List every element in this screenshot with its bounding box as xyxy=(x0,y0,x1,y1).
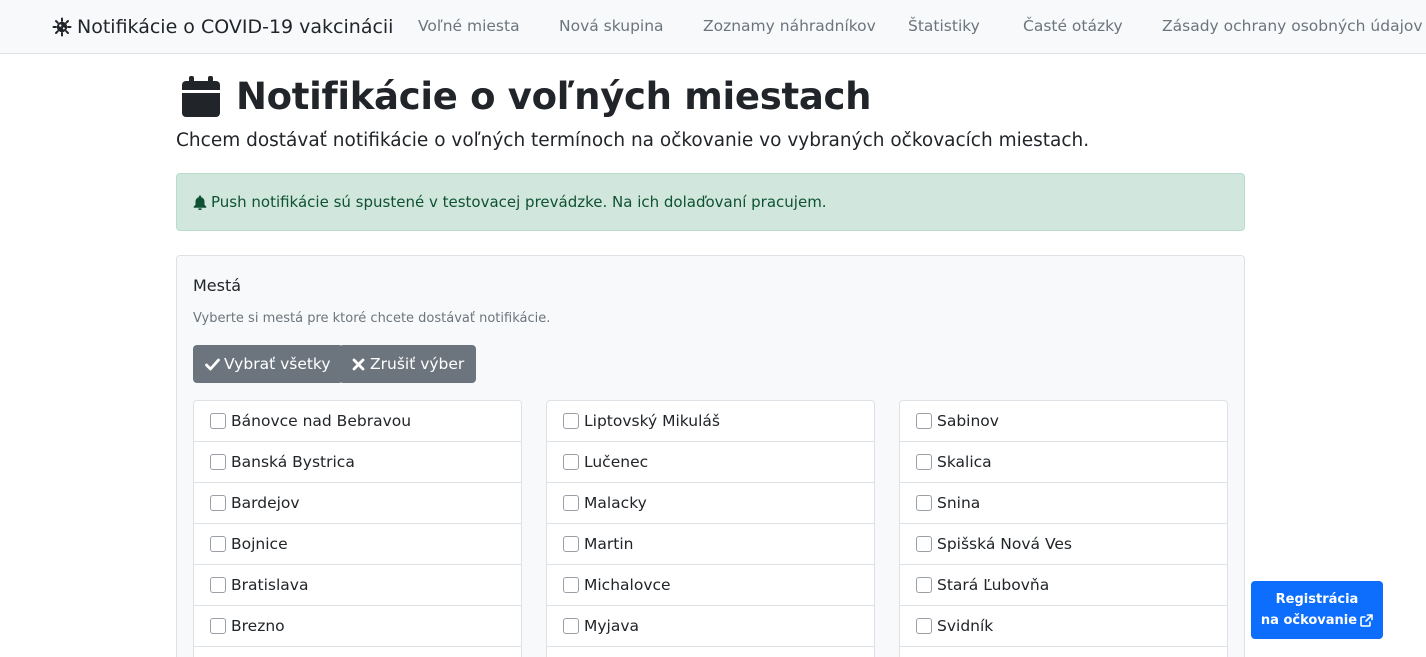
select-all-label: Vybrať všetky xyxy=(224,355,331,373)
registration-label-line2: na očkovanie xyxy=(1260,613,1358,628)
nav-link-volne-miesta[interactable]: Voľné miesta xyxy=(418,17,520,35)
cities-title: Mestá xyxy=(193,276,242,295)
cities-help-text: Vyberte si mestá pre ktoré chcete dostáv… xyxy=(193,311,551,326)
city-item[interactable]: Malacky xyxy=(547,483,874,524)
city-label: Martin xyxy=(584,535,634,553)
external-link-icon xyxy=(1360,614,1373,627)
city-item[interactable]: Brezno xyxy=(194,606,521,647)
virus-icon xyxy=(52,17,72,37)
brand-link[interactable]: Notifikácie o COVID-19 vakcinácii xyxy=(52,14,393,40)
city-item[interactable]: Myjava xyxy=(547,606,874,647)
city-item[interactable]: Spišská Nová Ves xyxy=(900,524,1227,565)
city-list-column-1: Bánovce nad Bebravou Banská Bystrica Bar… xyxy=(193,400,522,657)
city-checkbox[interactable] xyxy=(210,454,226,470)
city-label: Sabinov xyxy=(937,412,999,430)
city-checkbox[interactable] xyxy=(563,577,579,593)
city-checkbox[interactable] xyxy=(210,495,226,511)
city-checkbox[interactable] xyxy=(563,454,579,470)
city-label: Skalica xyxy=(937,453,992,471)
city-label: Brezno xyxy=(231,617,285,635)
city-label: Myjava xyxy=(584,617,640,635)
calendar-icon xyxy=(182,76,220,117)
city-item[interactable]: Bánovce nad Bebravou xyxy=(194,401,521,442)
city-item[interactable]: Sabinov xyxy=(900,401,1227,442)
clear-selection-label: Zrušiť výber xyxy=(370,355,465,373)
city-checkbox[interactable] xyxy=(916,618,932,634)
city-item[interactable]: Liptovský Mikuláš xyxy=(547,401,874,442)
city-checkbox[interactable] xyxy=(916,536,932,552)
city-checkbox[interactable] xyxy=(210,577,226,593)
city-checkbox[interactable] xyxy=(210,618,226,634)
city-label: Lučenec xyxy=(584,453,649,471)
city-item[interactable]: Michalovce xyxy=(547,565,874,606)
city-label: Bánovce nad Bebravou xyxy=(231,412,412,430)
nav-link-nova-skupina[interactable]: Nová skupina xyxy=(559,17,664,35)
check-icon xyxy=(205,358,220,370)
city-label: Stará Ľubovňa xyxy=(937,576,1050,594)
city-item[interactable]: Svidník xyxy=(900,606,1227,647)
city-label: Bojnice xyxy=(231,535,288,553)
nav-link-caste-otazky[interactable]: Časté otázky xyxy=(1023,17,1123,35)
city-label: Spišská Nová Ves xyxy=(937,535,1072,553)
city-item[interactable]: Snina xyxy=(900,483,1227,524)
city-checkbox[interactable] xyxy=(563,495,579,511)
page-title: Notifikácie o voľných miestach xyxy=(236,74,872,118)
city-checkbox[interactable] xyxy=(563,618,579,634)
clear-selection-button[interactable]: Zrušiť výber xyxy=(339,345,477,383)
city-checkbox[interactable] xyxy=(916,413,932,429)
city-item[interactable]: Stará Ľubovňa xyxy=(900,565,1227,606)
city-label: Malacky xyxy=(584,494,647,512)
city-item[interactable]: Bardejov xyxy=(194,483,521,524)
navbar: Notifikácie o COVID-19 vakcinácii Voľné … xyxy=(0,0,1426,54)
registration-label-line1: Registrácia xyxy=(1275,592,1359,607)
city-checkbox[interactable] xyxy=(916,454,932,470)
city-checkbox[interactable] xyxy=(916,577,932,593)
city-label: Snina xyxy=(937,494,981,512)
city-checkbox[interactable] xyxy=(210,536,226,552)
page-header: Notifikácie o voľných miestach xyxy=(176,72,871,120)
city-label: Banská Bystrica xyxy=(231,453,355,471)
city-checkbox[interactable] xyxy=(916,495,932,511)
push-info-alert: Push notifikácie sú spustené v testovace… xyxy=(176,173,1245,231)
cities-card: Mestá Vyberte si mestá pre ktoré chcete … xyxy=(176,255,1245,657)
city-checkbox[interactable] xyxy=(563,536,579,552)
nav-link-zasady-ochrany[interactable]: Zásady ochrany osobných údajov xyxy=(1162,17,1423,35)
city-item[interactable]: Banská Bystrica xyxy=(194,442,521,483)
nav-link-statistiky[interactable]: Štatistiky xyxy=(908,17,980,35)
city-label: Bratislava xyxy=(231,576,309,594)
city-list-column-3: Sabinov Skalica Snina Spišská Nová Ves S… xyxy=(899,400,1228,657)
brand-label: Notifikácie o COVID-19 vakcinácii xyxy=(77,16,394,38)
city-item[interactable]: Bratislava xyxy=(194,565,521,606)
select-all-button[interactable]: Vybrať všetky xyxy=(193,345,343,383)
city-label: Michalovce xyxy=(584,576,671,594)
city-item[interactable]: Bojnice xyxy=(194,524,521,565)
city-checkbox[interactable] xyxy=(210,413,226,429)
bell-icon xyxy=(193,195,207,210)
alert-text: Push notifikácie sú spustené v testovace… xyxy=(211,193,827,211)
city-item[interactable]: Lučenec xyxy=(547,442,874,483)
city-label: Bardejov xyxy=(231,494,300,512)
city-checkbox[interactable] xyxy=(563,413,579,429)
city-item[interactable]: Martin xyxy=(547,524,874,565)
page-lead: Chcem dostávať notifikácie o voľných ter… xyxy=(176,130,1090,151)
city-label: Liptovský Mikuláš xyxy=(584,412,720,430)
city-list-column-2: Liptovský Mikuláš Lučenec Malacky Martin… xyxy=(546,400,875,657)
registration-button[interactable]: Registrácia na očkovanie xyxy=(1251,581,1383,639)
nav-link-zoznamy-nahradnikov[interactable]: Zoznamy náhradníkov xyxy=(703,17,876,35)
city-label: Svidník xyxy=(937,617,994,635)
city-item[interactable]: Skalica xyxy=(900,442,1227,483)
close-icon xyxy=(352,358,365,370)
